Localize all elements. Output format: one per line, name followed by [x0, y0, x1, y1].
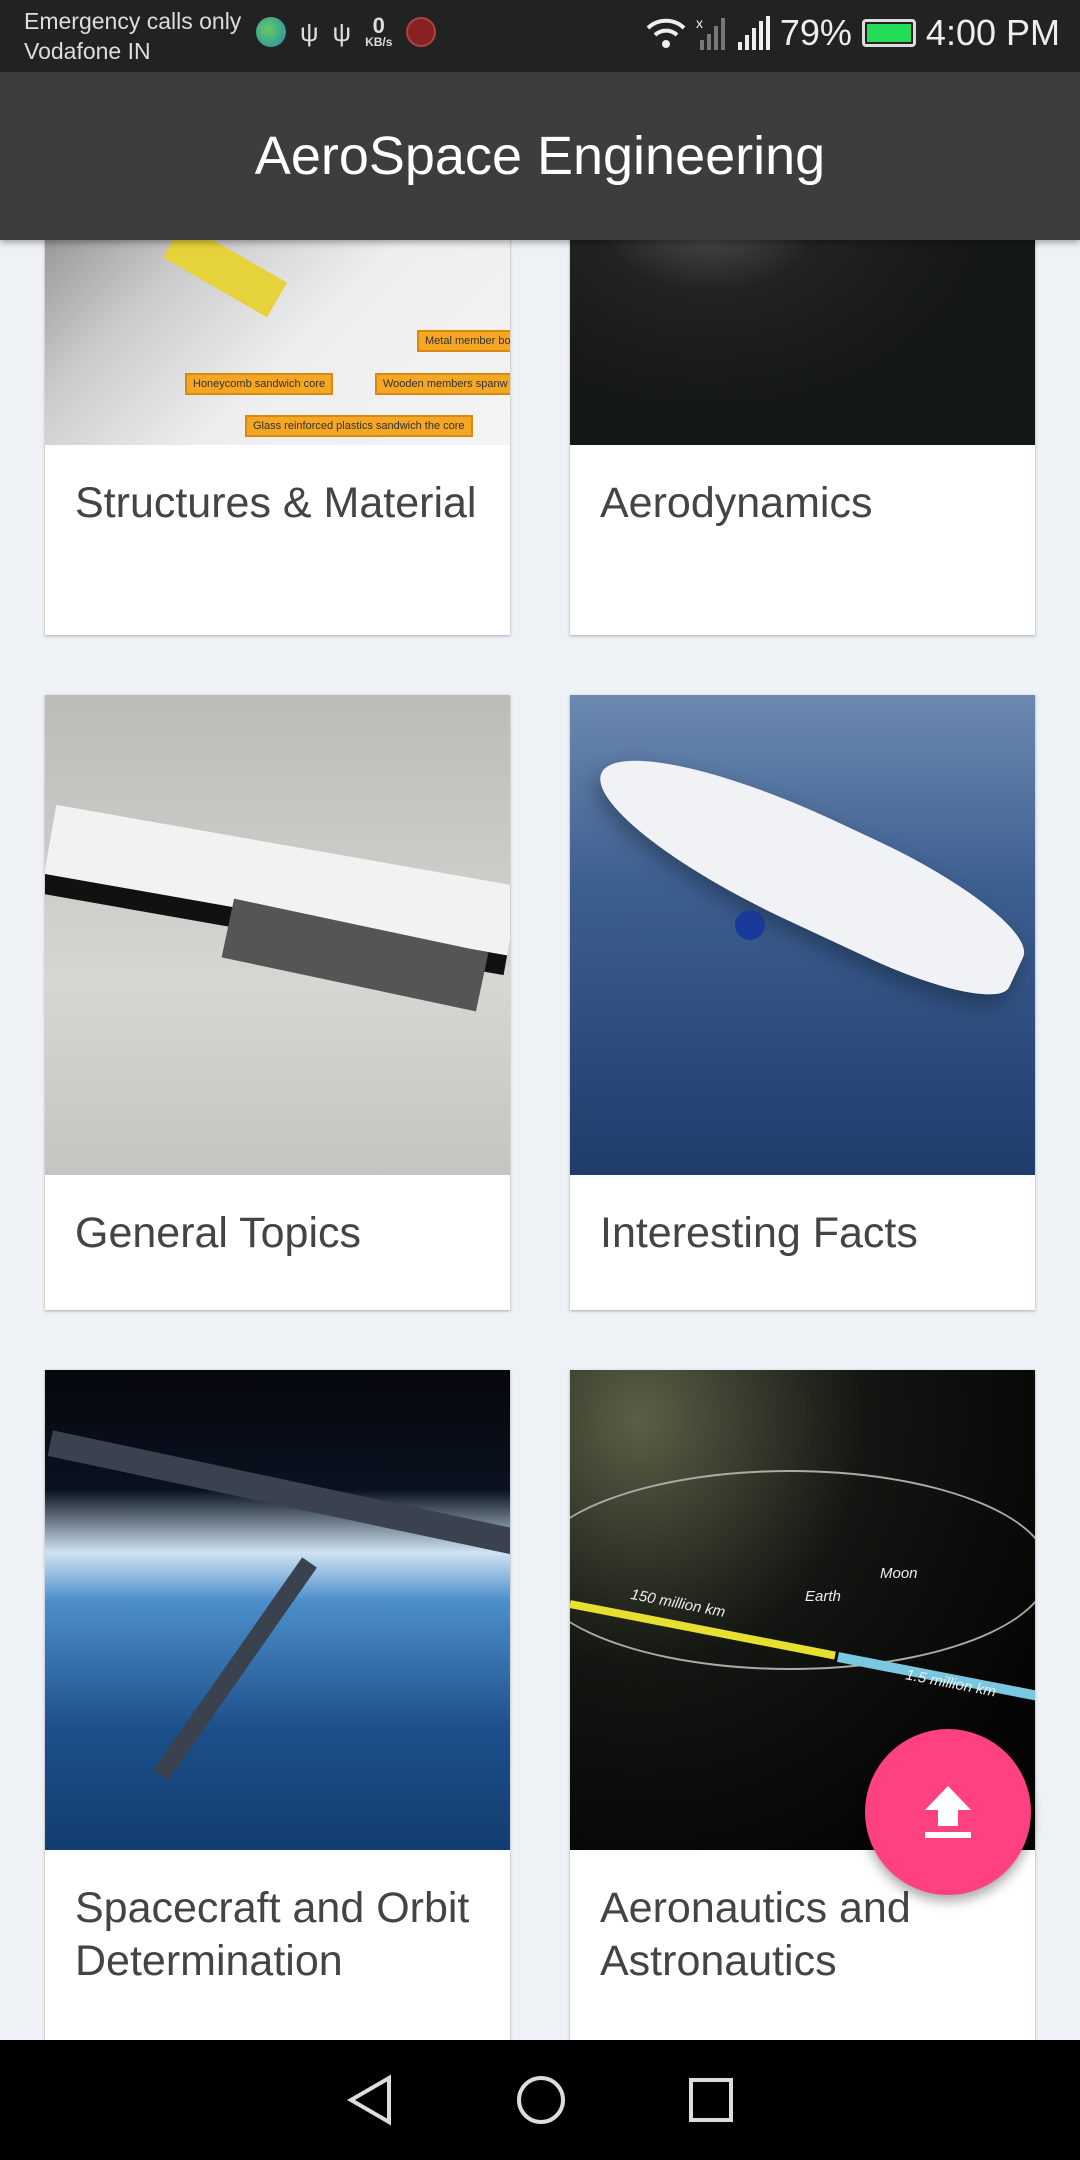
card-title: Spacecraft and Orbit Determination — [75, 1884, 470, 1985]
image-label: Metal member bo — [417, 330, 510, 352]
image-label: Wooden members spanw — [375, 373, 510, 395]
card-aeronautics-astronautics[interactable]: 150 million km Earth Moon 1.5 million km… — [570, 1370, 1035, 2040]
back-icon[interactable] — [345, 2074, 395, 2126]
card-title: Structures & Material — [75, 479, 477, 527]
upload-arrow-icon — [925, 1786, 971, 1838]
image-label: 1.5 million km — [904, 1666, 998, 1701]
card-spacecraft-orbit[interactable]: Spacecraft and Orbit Determination — [45, 1370, 510, 2040]
page-title: AeroSpace Engineering — [254, 126, 826, 186]
image-label: Honeycomb sandwich core — [185, 373, 334, 395]
card-title: General Topics — [75, 1209, 362, 1257]
card-image — [570, 695, 1035, 1175]
card-general-topics[interactable]: General Topics — [45, 695, 510, 1310]
image-label: Glass reinforced plastics sandwich the c… — [245, 415, 473, 437]
card-image — [45, 695, 510, 1175]
navigation-bar — [0, 2040, 1080, 2160]
image-label: Moon — [880, 1565, 918, 1582]
app-bar: AeroSpace Engineering — [0, 72, 1080, 240]
card-interesting-facts[interactable]: Interesting Facts — [570, 695, 1035, 1310]
home-icon[interactable] — [515, 2074, 567, 2126]
image-label: Earth — [805, 1588, 841, 1605]
card-title: Interesting Facts — [600, 1209, 918, 1257]
card-image — [45, 1370, 510, 1850]
card-title: Aerodynamics — [600, 479, 873, 527]
upload-button[interactable] — [865, 1729, 1031, 1895]
recents-icon[interactable] — [687, 2076, 735, 2124]
